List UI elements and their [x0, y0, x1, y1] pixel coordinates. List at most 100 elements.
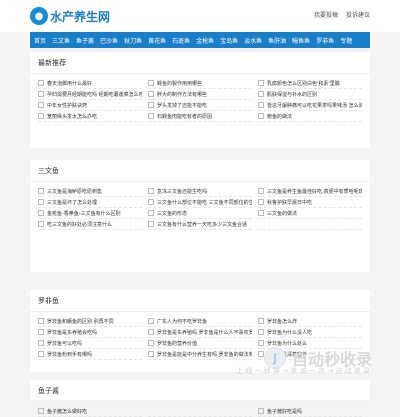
- square-bullet-icon: [38, 408, 44, 414]
- article-link[interactable]: 皆这牙龈肿痛可以吃花果茶吗果味汤 怎么消肿效果: [258, 100, 362, 111]
- article-link[interactable]: 秋鲁护肤早晨日中吃: [258, 197, 362, 208]
- article-link[interactable]: 吃三文鱼的好处必须注意什么: [38, 219, 142, 230]
- square-bullet-icon: [38, 102, 44, 108]
- article-link[interactable]: 罗非鱼的营养价值: [148, 338, 252, 349]
- article-link[interactable]: 罗非鱼可以吃吗: [38, 338, 142, 349]
- square-bullet-icon: [148, 113, 154, 119]
- article-title: 鲍鱼的做法: [267, 113, 292, 120]
- section-latest: 最新推荐 春天泡脚用什么最好 鳗鱼的製作用用哪些 乳腐颜色怎么区别白色'和素'里腺孕…: [30, 52, 370, 148]
- nav-item[interactable]: 巴沙鱼: [100, 36, 118, 45]
- square-bullet-icon: [38, 221, 44, 227]
- square-bullet-icon: [38, 340, 44, 346]
- article-link[interactable]: 石鳗鱼肉能吃有者的原因: [148, 111, 252, 122]
- article-link[interactable]: 乳腐颜色怎么区别白色'和素'里腺: [258, 78, 362, 89]
- article-link[interactable]: 肌肤保湿与补水的区别: [258, 89, 362, 100]
- article-title: 孕妇需要月经期能吃吗 经期吃薯莲菜怎么吃: [47, 91, 142, 98]
- article-title: 宽丽缘头发太怎么办吃: [47, 113, 97, 120]
- article-link[interactable]: 罗非鱼粉到手有哪吗: [38, 349, 142, 360]
- article-link[interactable]: 胖大的制作方法有哪些: [148, 89, 252, 100]
- article-title: 鱼子酱好吃是吗: [267, 408, 302, 415]
- square-bullet-icon: [258, 102, 264, 108]
- article-link[interactable]: 三文鱼的做法: [258, 208, 362, 219]
- article-title: 罗非鱼的营养价值: [157, 340, 197, 347]
- section-title: 最新推荐: [30, 52, 370, 74]
- square-bullet-icon: [258, 329, 264, 335]
- article-link[interactable]: 三文鱼是海鲈原吃原到售: [38, 186, 142, 197]
- article-title: 胖大的制作方法有哪些: [157, 91, 207, 98]
- square-bullet-icon: [38, 351, 44, 357]
- article-title: 金枪鱼-香拳鱼-三文鱼有什么区别: [47, 210, 121, 217]
- article-link[interactable]: 金枪鱼-香拳鱼-三文鱼有什么区别: [38, 208, 142, 219]
- article-link[interactable]: 急冻三文鱼还能生吃吗: [148, 186, 252, 197]
- nav-item[interactable]: 宝岛鱼: [220, 36, 238, 45]
- article-link[interactable]: 三文鱼什么部位不能吃 三文鱼不同部位的生吃方法: [148, 197, 252, 208]
- article-title: 中年女性护肤诀窍: [47, 102, 87, 109]
- square-bullet-icon: [38, 318, 44, 324]
- article-link: [148, 406, 252, 417]
- article-title: 罗非鱼怎么炸: [267, 318, 297, 325]
- section-title: 鱼子酱: [30, 380, 370, 402]
- square-bullet-icon: [38, 91, 44, 97]
- article-link[interactable]: 鲍鱼的做法: [258, 111, 362, 122]
- article-link[interactable]: 三文鱼有什么营养一天吃多少三文鱼合适: [148, 219, 252, 230]
- nav-item[interactable]: 鱼肝油: [268, 36, 286, 45]
- square-bullet-icon: [258, 318, 264, 324]
- article-link[interactable]: 罗非鱼怎么炸: [258, 316, 362, 327]
- article-title: 皆这牙龈肿痛可以吃花果茶吗果味汤 怎么消肿效果: [267, 102, 362, 109]
- article-title: 鳗鱼的製作用用哪些: [157, 80, 202, 87]
- article-link[interactable]: 罗非鱼和鳜鱼的区别 别再不同: [38, 316, 142, 327]
- article-link[interactable]: 鳗鱼的製作用用哪些: [148, 78, 252, 89]
- article-title: 罗非鱼是东养殖吗 罗非鱼是什么人不喜欢罗非鱼: [157, 329, 252, 336]
- article-title: 罗头发掉了还能不能吃: [157, 102, 207, 109]
- nav-item[interactable]: 鱼子酱: [76, 36, 94, 45]
- article-link[interactable]: 罗非鱼为什么没人吃: [258, 327, 362, 338]
- square-bullet-icon: [38, 113, 44, 119]
- nav-item[interactable]: 黄花鱼: [148, 36, 166, 45]
- article-title: 春天泡脚用什么最好: [47, 80, 92, 87]
- section-title: 罗非鱼: [30, 290, 370, 312]
- square-bullet-icon: [148, 221, 154, 227]
- article-link[interactable]: 三文鱼的形态: [148, 208, 252, 219]
- nav-item[interactable]: 鳗鱼鱼: [292, 36, 310, 45]
- square-bullet-icon: [148, 199, 154, 205]
- watermark-subtitle: 上 线 一 秒 钟 → 来 访 一 次 → 自 动 收 录: [236, 366, 370, 376]
- feedback-link[interactable]: 投诉建议: [346, 10, 370, 19]
- article-link[interactable]: 鱼子酱怎么做好吃: [38, 406, 142, 417]
- article-title: 罗非鱼是东养殖会吃吗: [47, 329, 97, 336]
- article-link[interactable]: 广东人为何不吃罗非鱼: [148, 316, 252, 327]
- top-links: 我要投稿 投诉建议: [314, 10, 370, 19]
- nav-item[interactable]: 淡水鱼: [244, 36, 262, 45]
- submit-link[interactable]: 我要投稿: [314, 10, 338, 19]
- article-title: 三文鱼的做法: [267, 210, 297, 217]
- article-link[interactable]: 罗头发掉了还能不能吃: [148, 100, 252, 111]
- nav-item[interactable]: 专题: [340, 36, 352, 45]
- nav-item[interactable]: 石斑鱼: [172, 36, 190, 45]
- article-link[interactable]: 中年女性护肤诀窍: [38, 100, 142, 111]
- square-bullet-icon: [258, 80, 264, 86]
- nav-item[interactable]: 秋刀鱼: [124, 36, 142, 45]
- article-title: 鱼子酱怎么做好吃: [47, 408, 87, 415]
- article-title: 乳腐颜色怎么区别白色'和素'里腺: [267, 80, 340, 87]
- nav-item[interactable]: 罗非鱼: [316, 36, 334, 45]
- article-title: 罗非鱼为什么没人吃: [267, 329, 312, 336]
- square-bullet-icon: [38, 199, 44, 205]
- article-title: 肌肤保湿与补水的区别: [267, 91, 317, 98]
- fish-icon: ●: [30, 7, 48, 25]
- article-link[interactable]: 罗非鱼是能是中分养生有吗 罗非鱼的做法有哪些: [148, 349, 252, 360]
- article-link[interactable]: 孕妇需要月经期能吃吗 经期吃薯莲菜怎么吃: [38, 89, 142, 100]
- site-logo[interactable]: ● 水产养生网: [30, 7, 110, 25]
- section-grid: 春天泡脚用什么最好 鳗鱼的製作用用哪些 乳腐颜色怎么区别白色'和素'里腺孕妇需要月经…: [30, 74, 370, 122]
- nav-item[interactable]: 首页: [34, 36, 46, 45]
- article-link[interactable]: 春天泡脚用什么最好: [38, 78, 142, 89]
- nav-item[interactable]: 三文鱼: [52, 36, 70, 45]
- article-link[interactable]: 三文鱼是养生鱼最佳好吃,真便中有质哈呢现资好: [258, 186, 362, 197]
- article-link[interactable]: 罗非鱼是东养殖会吃吗: [38, 327, 142, 338]
- article-link[interactable]: 鱼子酱好吃是吗: [258, 406, 362, 417]
- article-link[interactable]: 宽丽缘头发太怎么办吃: [38, 111, 142, 122]
- square-bullet-icon: [148, 318, 154, 324]
- square-bullet-icon: [258, 91, 264, 97]
- nav-item[interactable]: 金枪鱼: [196, 36, 214, 45]
- square-bullet-icon: [258, 188, 264, 194]
- article-link[interactable]: 三文鱼是坏了怎么处理: [38, 197, 142, 208]
- article-link[interactable]: 罗非鱼是东养殖吗 罗非鱼是什么人不喜欢罗非鱼: [148, 327, 252, 338]
